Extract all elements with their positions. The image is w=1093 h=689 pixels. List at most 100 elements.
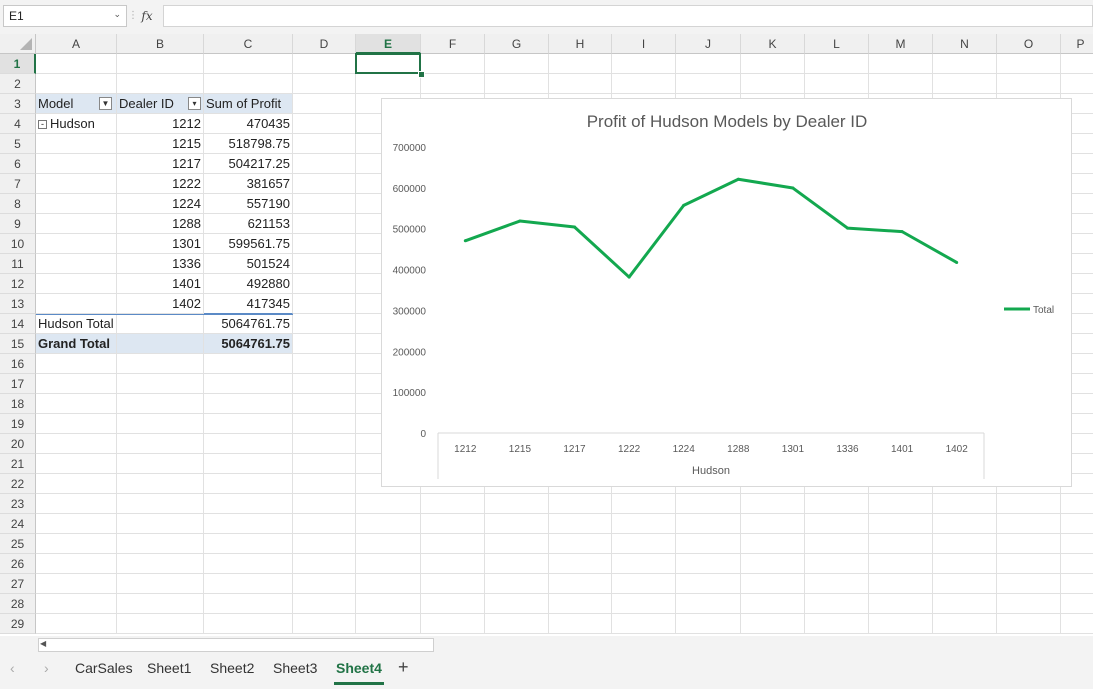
pivot-profit-value[interactable]: 599561.75 bbox=[204, 234, 293, 254]
cell-a10[interactable] bbox=[36, 234, 117, 254]
column-header-f[interactable]: F bbox=[421, 34, 485, 54]
data-point[interactable] bbox=[463, 239, 467, 243]
cell-f26[interactable] bbox=[421, 554, 485, 574]
pivot-dealer-id[interactable]: 1217 bbox=[117, 154, 204, 174]
pivot-profit-value[interactable]: 501524 bbox=[204, 254, 293, 274]
cell-b17[interactable] bbox=[117, 374, 204, 394]
cell-b16[interactable] bbox=[117, 354, 204, 374]
line-chart[interactable]: Profit of Hudson Models by Dealer ID 0 10… bbox=[381, 98, 1072, 487]
cell-a29[interactable] bbox=[36, 614, 117, 634]
cell-h29[interactable] bbox=[549, 614, 612, 634]
cell-c27[interactable] bbox=[204, 574, 293, 594]
row-header-17[interactable]: 17 bbox=[0, 374, 36, 394]
cell-g28[interactable] bbox=[485, 594, 549, 614]
row-header-12[interactable]: 12 bbox=[0, 274, 36, 294]
pivot-dealer-id[interactable]: 1288 bbox=[117, 214, 204, 234]
collapse-icon[interactable]: - bbox=[38, 120, 47, 130]
cell-d23[interactable] bbox=[293, 494, 356, 514]
next-sheet-icon[interactable]: › bbox=[44, 660, 49, 676]
column-header-b[interactable]: B bbox=[117, 34, 204, 54]
cell-a22[interactable] bbox=[36, 474, 117, 494]
cell-p29[interactable] bbox=[1061, 614, 1093, 634]
row-header-1[interactable]: 1 bbox=[0, 54, 36, 74]
pivot-profit-value[interactable]: 557190 bbox=[204, 194, 293, 214]
data-point[interactable] bbox=[846, 226, 849, 230]
column-header-p[interactable]: P bbox=[1061, 34, 1093, 54]
cell-d21[interactable] bbox=[293, 454, 356, 474]
cell-b28[interactable] bbox=[117, 594, 204, 614]
data-point[interactable] bbox=[955, 260, 959, 264]
cell-a28[interactable] bbox=[36, 594, 117, 614]
cell-d13[interactable] bbox=[293, 294, 356, 314]
cell-d6[interactable] bbox=[293, 154, 356, 174]
cell-f23[interactable] bbox=[421, 494, 485, 514]
cell-i26[interactable] bbox=[612, 554, 676, 574]
model-filter-icon[interactable]: ▼ bbox=[99, 97, 112, 110]
pivot-header-dealer[interactable]: Dealer ID ▾ bbox=[117, 94, 204, 114]
cell-i25[interactable] bbox=[612, 534, 676, 554]
cell-a17[interactable] bbox=[36, 374, 117, 394]
cell-c21[interactable] bbox=[204, 454, 293, 474]
cell-j2[interactable] bbox=[676, 74, 741, 94]
cell-k24[interactable] bbox=[741, 514, 805, 534]
cell-p28[interactable] bbox=[1061, 594, 1093, 614]
cell-e25[interactable] bbox=[356, 534, 421, 554]
cell-o26[interactable] bbox=[997, 554, 1061, 574]
cell-g1[interactable] bbox=[485, 54, 549, 74]
cell-n23[interactable] bbox=[933, 494, 997, 514]
cell-c16[interactable] bbox=[204, 354, 293, 374]
cell-k23[interactable] bbox=[741, 494, 805, 514]
cell-b18[interactable] bbox=[117, 394, 204, 414]
data-point[interactable] bbox=[682, 203, 686, 207]
select-all-button[interactable] bbox=[0, 34, 36, 54]
pivot-dealer-id[interactable]: 1402 bbox=[117, 294, 204, 314]
column-header-g[interactable]: G bbox=[485, 34, 549, 54]
cell-o28[interactable] bbox=[997, 594, 1061, 614]
pivot-profit-value[interactable]: 417345 bbox=[204, 294, 293, 314]
cell-p1[interactable] bbox=[1061, 54, 1093, 74]
cell-j27[interactable] bbox=[676, 574, 741, 594]
pivot-dealer-id[interactable]: 1212 bbox=[117, 114, 204, 134]
cell-d2[interactable] bbox=[293, 74, 356, 94]
fx-button[interactable]: fx bbox=[135, 5, 159, 27]
pivot-dealer-id[interactable]: 1224 bbox=[117, 194, 204, 214]
cell-l2[interactable] bbox=[805, 74, 869, 94]
cell-e23[interactable] bbox=[356, 494, 421, 514]
cell-p27[interactable] bbox=[1061, 574, 1093, 594]
cell-g23[interactable] bbox=[485, 494, 549, 514]
cell-i2[interactable] bbox=[612, 74, 676, 94]
row-header-24[interactable]: 24 bbox=[0, 514, 36, 534]
cell-h24[interactable] bbox=[549, 514, 612, 534]
cell-c25[interactable] bbox=[204, 534, 293, 554]
cell-a20[interactable] bbox=[36, 434, 117, 454]
cell-n28[interactable] bbox=[933, 594, 997, 614]
data-point[interactable] bbox=[900, 230, 904, 234]
cell-a8[interactable] bbox=[36, 194, 117, 214]
row-header-2[interactable]: 2 bbox=[0, 74, 36, 94]
row-header-23[interactable]: 23 bbox=[0, 494, 36, 514]
cell-i23[interactable] bbox=[612, 494, 676, 514]
cell-l25[interactable] bbox=[805, 534, 869, 554]
cell-d19[interactable] bbox=[293, 414, 356, 434]
pivot-dealer-id[interactable]: 1401 bbox=[117, 274, 204, 294]
cell-d20[interactable] bbox=[293, 434, 356, 454]
cell-j24[interactable] bbox=[676, 514, 741, 534]
cell-d24[interactable] bbox=[293, 514, 356, 534]
row-header-21[interactable]: 21 bbox=[0, 454, 36, 474]
cell-p26[interactable] bbox=[1061, 554, 1093, 574]
cell-d1[interactable] bbox=[293, 54, 356, 74]
row-header-29[interactable]: 29 bbox=[0, 614, 36, 634]
row-header-22[interactable]: 22 bbox=[0, 474, 36, 494]
cell-g26[interactable] bbox=[485, 554, 549, 574]
cell-o24[interactable] bbox=[997, 514, 1061, 534]
cell-m29[interactable] bbox=[869, 614, 933, 634]
cell-j1[interactable] bbox=[676, 54, 741, 74]
cell-d17[interactable] bbox=[293, 374, 356, 394]
cell-n26[interactable] bbox=[933, 554, 997, 574]
fill-handle[interactable] bbox=[418, 71, 425, 78]
cell-m1[interactable] bbox=[869, 54, 933, 74]
cell-e28[interactable] bbox=[356, 594, 421, 614]
cell-a7[interactable] bbox=[36, 174, 117, 194]
cell-g2[interactable] bbox=[485, 74, 549, 94]
row-header-13[interactable]: 13 bbox=[0, 294, 36, 314]
